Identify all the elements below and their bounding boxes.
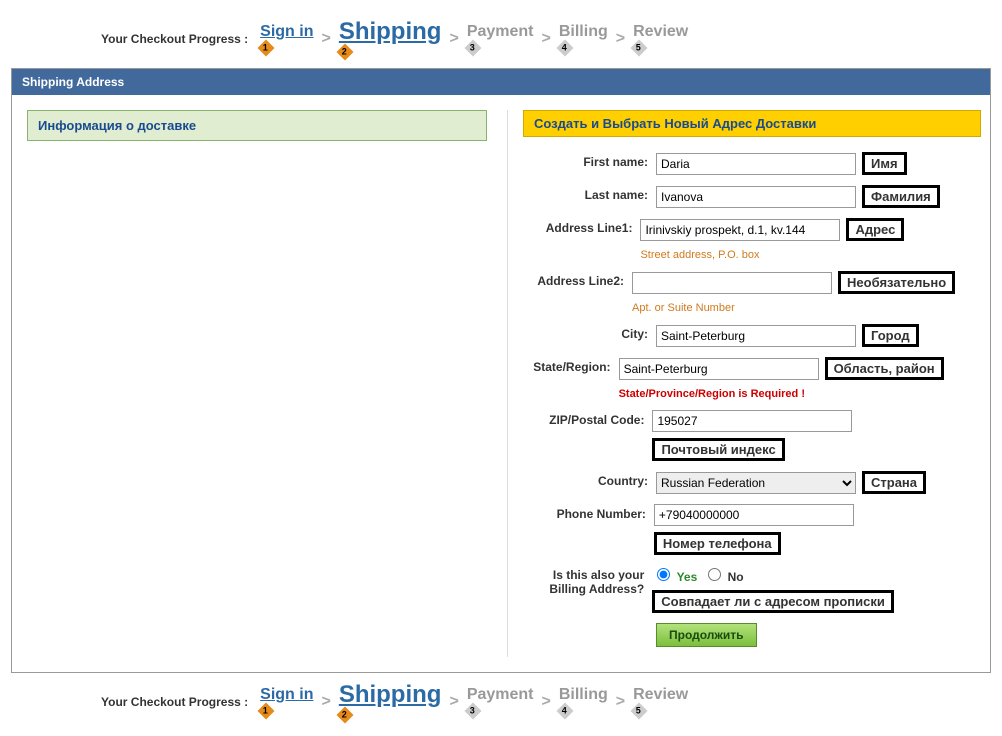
chevron-right-icon: > [616,30,625,48]
progress-step-signin[interactable]: Sign in 1 [260,24,313,54]
diamond-icon: 2 [336,707,353,724]
progress-step-billing: Billing 4 [559,24,608,54]
progress-step-shipping[interactable]: Shipping 2 [339,20,442,58]
anno-last-name: Фамилия [862,185,940,208]
anno-first-name: Имя [862,152,907,175]
billing-no-radio[interactable] [708,568,721,581]
anno-zip: Почтовый индекс [652,438,784,461]
addr1-label: Address Line1: [523,218,640,235]
progress-step-review: Review 5 [633,24,688,54]
progress-label: Your Checkout Progress : [101,32,248,46]
zip-input[interactable] [652,410,852,432]
state-label: State/Region: [523,357,619,374]
state-error: State/Province/Region is Required ! [619,388,982,400]
progress-label: Your Checkout Progress : [101,695,248,709]
anno-state: Область, район [825,357,944,380]
billing-label: Is this also your Billing Address? [523,565,652,596]
progress-step-payment: Payment 3 [467,687,534,717]
city-label: City: [523,324,656,341]
diamond-icon: 5 [631,703,648,720]
anno-country: Страна [862,471,926,494]
chevron-right-icon: > [321,30,330,48]
continue-button[interactable]: Продолжить [656,623,757,647]
addr1-hint: Street address, P.O. box [640,249,981,261]
chevron-right-icon: > [542,693,551,711]
diamond-icon: 3 [464,703,481,720]
right-column: Создать и Выбрать Новый Адрес Доставки F… [507,110,981,657]
last-name-input[interactable] [656,186,856,208]
diamond-icon: 1 [258,703,275,720]
diamond-icon: 4 [556,703,573,720]
progress-step-signin[interactable]: Sign in 1 [260,687,313,717]
billing-yes-option[interactable]: Yes [652,565,697,584]
last-name-label: Last name: [523,185,656,202]
diamond-icon: 2 [336,44,353,61]
billing-no-option[interactable]: No [703,565,743,584]
country-select[interactable]: Russian Federation [656,472,856,494]
phone-label: Phone Number: [523,504,654,521]
addr1-input[interactable] [640,219,840,241]
anno-billing: Совпадает ли с адресом прописки [652,590,894,613]
country-label: Country: [523,471,656,488]
anno-phone: Номер телефона [654,532,781,555]
progress-step-billing: Billing 4 [559,687,608,717]
chevron-right-icon: > [616,693,625,711]
addr2-label: Address Line2: [523,271,632,288]
left-column: Информация о доставке [27,110,487,657]
diamond-icon: 5 [631,40,648,57]
city-input[interactable] [656,325,856,347]
billing-yes-radio[interactable] [657,568,670,581]
diamond-icon: 1 [258,40,275,57]
diamond-icon: 3 [464,40,481,57]
progress-step-shipping[interactable]: Shipping 2 [339,683,442,721]
progress-step-payment: Payment 3 [467,24,534,54]
phone-input[interactable] [654,504,854,526]
addr2-hint: Apt. or Suite Number [632,302,981,314]
chevron-right-icon: > [321,693,330,711]
first-name-label: First name: [523,152,656,169]
checkout-progress-bottom: Your Checkout Progress : Sign in 1 > Shi… [101,683,991,721]
shipping-panel: Shipping Address Информация о доставке С… [11,68,991,673]
progress-step-review: Review 5 [633,687,688,717]
anno-city: Город [862,324,919,347]
zip-label: ZIP/Postal Code: [523,410,652,427]
create-address-box: Создать и Выбрать Новый Адрес Доставки [523,110,981,137]
state-input[interactable] [619,358,819,380]
chevron-right-icon: > [449,693,458,711]
chevron-right-icon: > [542,30,551,48]
first-name-input[interactable] [656,153,856,175]
checkout-progress-top: Your Checkout Progress : Sign in 1 > Shi… [101,20,991,58]
panel-title: Shipping Address [12,69,990,95]
anno-addr1: Адрес [846,218,904,241]
chevron-right-icon: > [449,30,458,48]
anno-addr2: Необязательно [838,271,955,294]
addr2-input[interactable] [632,272,832,294]
diamond-icon: 4 [556,40,573,57]
info-box: Информация о доставке [27,110,487,141]
